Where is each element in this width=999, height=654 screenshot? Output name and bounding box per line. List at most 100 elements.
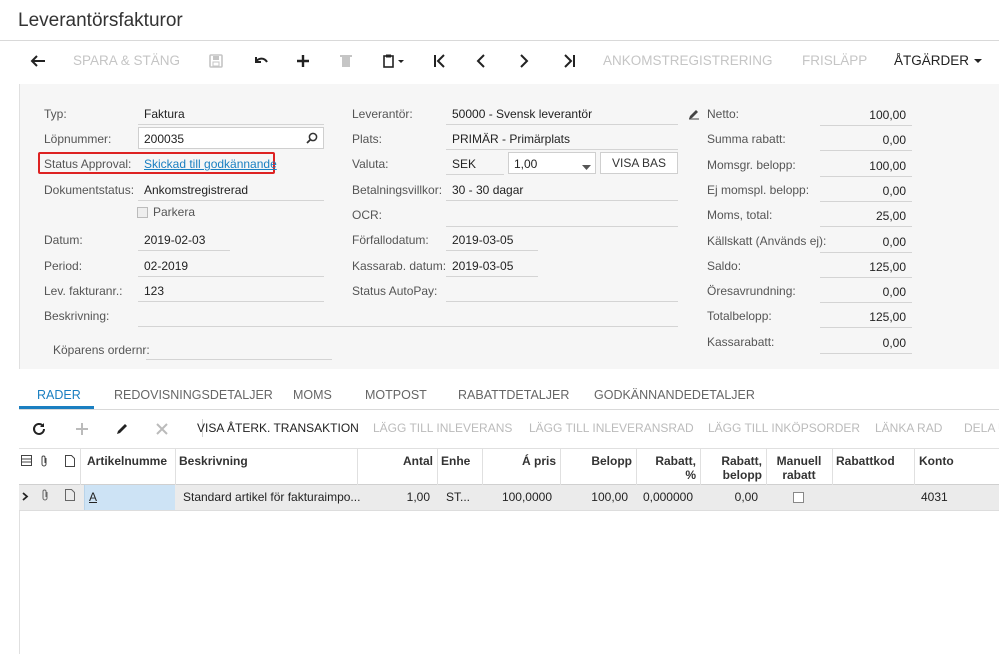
table-row[interactable]: A Standard artikel för fakturaimpo... 1,… — [19, 485, 999, 511]
col-manuell-rabatt[interactable]: Manuell rabatt — [768, 454, 830, 482]
lopnummer-label: Löpnummer: — [44, 132, 112, 146]
title-divider — [0, 40, 999, 41]
total-value: 25,00 — [875, 209, 906, 223]
row-artikelnummer[interactable]: A — [89, 485, 97, 510]
col-rabattkod[interactable]: Rabattkod — [836, 454, 895, 468]
parkera-checkbox[interactable] — [137, 205, 148, 219]
next-record-icon[interactable] — [519, 44, 529, 78]
back-arrow-icon[interactable] — [30, 44, 46, 78]
kassarab-datum-label: Kassarab. datum: — [352, 259, 447, 273]
total-value: 0,00 — [882, 235, 906, 249]
link-line-button[interactable]: LÄNKA RAD — [875, 414, 942, 442]
col-rabatt-belopp-line2: belopp — [722, 468, 762, 482]
visa-bas-button[interactable]: VISA BAS — [600, 152, 678, 174]
add-row-icon[interactable] — [75, 414, 89, 442]
row-indicator-icon — [22, 485, 29, 510]
col-antal[interactable]: Antal — [359, 454, 433, 468]
total-value: 125,00 — [869, 260, 906, 274]
grid-settings-icon[interactable] — [21, 455, 32, 469]
view-transaction-button[interactable]: VISA ÅTERK. TRANSAKTION — [197, 414, 359, 442]
col-rabatt-belopp-line1: Rabatt, — [721, 454, 762, 468]
actions-menu-button[interactable]: ÅTGÄRDER — [894, 44, 983, 78]
previous-record-icon[interactable] — [476, 44, 486, 78]
receipt-registration-button[interactable]: ANKOMSTREGISTRERING — [603, 44, 773, 78]
total-value: 0,00 — [882, 133, 906, 147]
add-receipt-button[interactable]: LÄGG TILL INLEVERANS — [373, 414, 512, 442]
kurs-value: 1,00 — [514, 157, 538, 171]
col-beskrivning[interactable]: Beskrivning — [179, 454, 248, 468]
row-rabatt-pct[interactable]: 0,000000 — [638, 485, 693, 510]
period-field[interactable]: 02-2019 — [144, 259, 188, 273]
note-icon — [65, 455, 75, 470]
save-close-button[interactable]: SPARA & STÄNG — [73, 44, 180, 78]
valuta-field[interactable]: SEK — [452, 157, 476, 171]
row-a-pris[interactable]: 100,0000 — [484, 485, 552, 510]
clipboard-dropdown-icon[interactable] — [383, 44, 407, 78]
status-approval-link[interactable]: Skickad till godkännande — [144, 157, 277, 171]
row-manuell-rabatt-checkbox[interactable] — [793, 485, 804, 510]
col-enhet[interactable]: Enhe — [441, 454, 470, 468]
datum-label: Datum: — [44, 233, 83, 247]
add-icon[interactable] — [296, 44, 310, 78]
col-rabatt-pct-line1: Rabatt, — [655, 454, 696, 468]
col-artikelnummer[interactable]: Artikelnumme — [87, 454, 167, 468]
status-approval-label: Status Approval: — [44, 157, 132, 171]
row-note-icon[interactable] — [65, 485, 75, 510]
koparens-ordernr-field[interactable] — [146, 359, 332, 360]
row-konto[interactable]: 4031 — [921, 485, 948, 510]
datum-field[interactable]: 2019-02-03 — [144, 233, 205, 247]
forfallodatum-label: Förfallodatum: — [352, 233, 429, 247]
beskrivning-field[interactable] — [138, 326, 678, 327]
tab-motpost[interactable]: MOTPOST — [365, 384, 427, 409]
tab-godkannandedetaljer[interactable]: GODKÄNNANDEDETALJER — [594, 384, 755, 409]
row-enhet[interactable]: ST... — [446, 485, 470, 510]
tab-moms[interactable]: MOMS — [293, 384, 332, 409]
row-beskrivning[interactable]: Standard artikel för fakturaimpo... — [183, 485, 360, 510]
betalningsvillkor-field[interactable]: 30 - 30 dagar — [452, 183, 523, 197]
betalningsvillkor-label: Betalningsvillkor: — [352, 183, 443, 197]
col-rabatt-belopp[interactable]: Rabatt, belopp — [702, 454, 762, 482]
col-rabatt-pct[interactable]: Rabatt, % — [638, 454, 696, 482]
total-label: Öresavrundning: — [707, 284, 796, 298]
first-record-icon[interactable] — [433, 44, 447, 78]
refresh-icon[interactable] — [32, 414, 46, 442]
pencil-icon[interactable] — [688, 108, 700, 123]
save-icon[interactable] — [209, 44, 223, 78]
kassarab-datum-field[interactable]: 2019-03-05 — [452, 259, 513, 273]
forfallodatum-field[interactable]: 2019-03-05 — [452, 233, 513, 247]
lev-fakturanr-field[interactable]: 123 — [144, 284, 164, 298]
typ-select[interactable]: Faktura — [144, 107, 185, 121]
release-button[interactable]: FRISLÄPP — [802, 44, 867, 78]
tab-rabattdetaljer[interactable]: RABATTDETALJER — [458, 384, 569, 409]
col-belopp[interactable]: Belopp — [562, 454, 632, 468]
add-receipt-line-button[interactable]: LÄGG TILL INLEVERANSRAD — [529, 414, 694, 442]
total-value: 100,00 — [869, 108, 906, 122]
total-label: Källskatt (Används ej): — [707, 234, 827, 248]
undo-icon[interactable] — [253, 44, 269, 78]
dokumentstatus-label: Dokumentstatus: — [44, 183, 135, 197]
row-belopp[interactable]: 100,00 — [562, 485, 628, 510]
add-po-button[interactable]: LÄGG TILL INKÖPSORDER — [708, 414, 860, 442]
last-record-icon[interactable] — [562, 44, 576, 78]
chevron-down-icon — [582, 160, 591, 174]
row-attachment-icon[interactable] — [41, 485, 50, 510]
delete-icon[interactable] — [340, 44, 352, 78]
ocr-label: OCR: — [352, 208, 382, 222]
chevron-down-icon — [973, 59, 982, 64]
delete-row-icon[interactable] — [156, 414, 168, 442]
split-button[interactable]: DELA U — [964, 414, 999, 442]
main-toolbar: SPARA & STÄNG ANKOMSTREGISTRERING FRISLÄ… — [0, 44, 999, 78]
selected-cell — [84, 485, 175, 510]
row-rabatt-belopp[interactable]: 0,00 — [702, 485, 758, 510]
plats-field[interactable]: PRIMÄR - Primärplats — [452, 132, 570, 146]
col-manuell-rabatt-line1: Manuell — [776, 454, 822, 468]
edit-row-icon[interactable] — [115, 414, 129, 442]
col-a-pris[interactable]: Á pris — [484, 454, 556, 468]
row-antal[interactable]: 1,00 — [359, 485, 430, 510]
grid-toolbar: VISA ÅTERK. TRANSAKTION LÄGG TILL INLEVE… — [19, 414, 999, 442]
tab-redovisningsdetaljer[interactable]: REDOVISNINGSDETALJER — [114, 384, 273, 409]
search-icon[interactable] — [306, 132, 318, 147]
ocr-field[interactable] — [446, 226, 678, 227]
col-konto[interactable]: Konto — [919, 454, 954, 468]
leverantor-field[interactable]: 50000 - Svensk leverantör — [452, 107, 592, 121]
